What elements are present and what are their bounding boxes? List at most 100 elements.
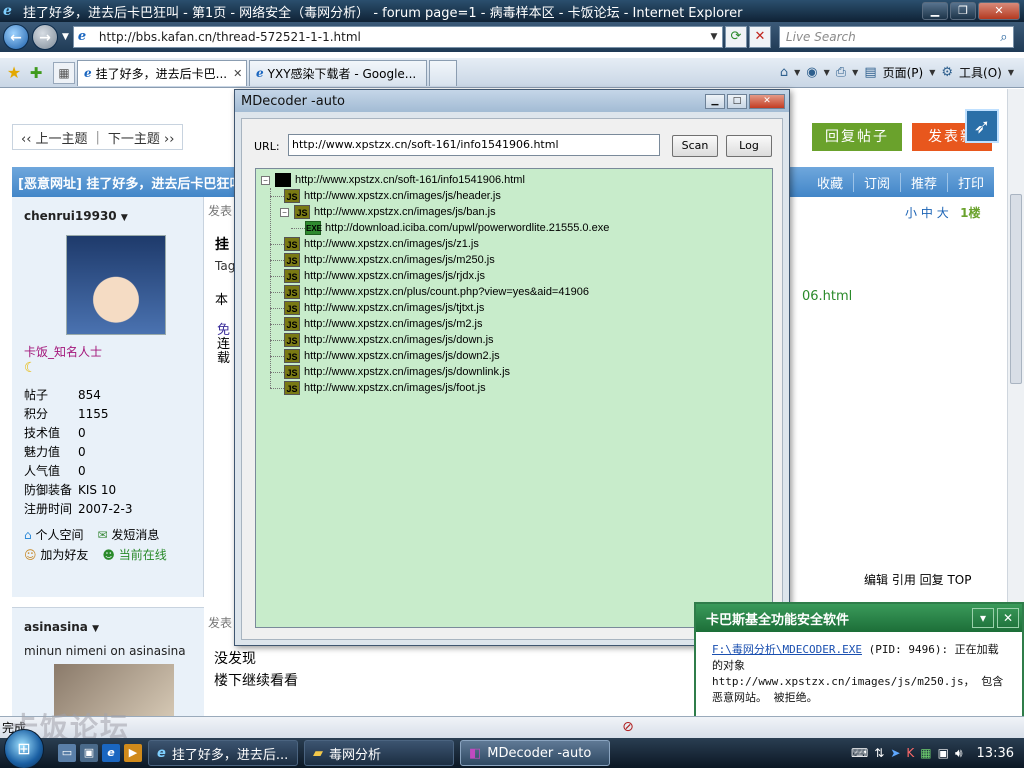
search-placeholder: Live Search: [785, 30, 856, 44]
start-button[interactable]: ⊞: [4, 729, 44, 768]
ie-logo-icon: e: [3, 3, 12, 19]
next-topic-link[interactable]: 下一主题 ››: [104, 128, 179, 147]
scan-button[interactable]: Scan: [672, 135, 718, 157]
tools-menu[interactable]: 工具(O): [959, 64, 1002, 81]
personal-space-link[interactable]: ⌂ 个人空间: [24, 525, 83, 545]
tree-js-node[interactable]: JS http://www.xpstzx.cn/images/js/down2.j…: [270, 348, 500, 364]
tree-expander-icon[interactable]: −: [280, 207, 289, 217]
clock[interactable]: 13:36: [977, 746, 1014, 761]
print-dropdown-icon[interactable]: ▼: [852, 68, 858, 77]
favorite-link[interactable]: 收藏: [807, 173, 853, 192]
tree-branch: [270, 339, 284, 341]
url-field[interactable]: http://bbs.kafan.cn/thread-572521-1-1.ht…: [99, 30, 706, 44]
stat-row: 人气值 0: [24, 464, 86, 478]
quick-tabs-icon[interactable]: ▦: [53, 61, 75, 84]
home-dropdown-icon[interactable]: ▼: [794, 68, 800, 77]
tree-js-node[interactable]: JS http://www.xpstzx.cn/images/js/tjtxt.j…: [270, 300, 484, 316]
tree-js-node[interactable]: JS http://www.xpstzx.cn/images/js/downlin…: [270, 364, 511, 380]
maximize-icon[interactable]: □: [727, 93, 747, 109]
taskbar-item-mdecoder[interactable]: ◧ MDecoder -auto: [460, 740, 610, 766]
stop-button[interactable]: ✕: [748, 26, 771, 48]
minimize-icon[interactable]: ▁: [922, 2, 948, 20]
post-actions[interactable]: 编辑 引用 回复 TOP: [864, 571, 971, 588]
back-button[interactable]: ←: [3, 24, 29, 50]
new-tab-button[interactable]: [429, 59, 457, 86]
search-input[interactable]: Live Search ⌕: [778, 26, 1014, 48]
post-link[interactable]: 06.html: [802, 289, 852, 304]
tree-js-node[interactable]: − JS http://www.xpstzx.cn/images/js/ban.js: [280, 204, 496, 220]
tree-js-node[interactable]: JS http://www.xpstzx.cn/images/js/m250.js: [270, 252, 495, 268]
add-friend-link[interactable]: ☺ 加为好友: [24, 545, 88, 565]
feeds-icon[interactable]: ◉: [806, 65, 817, 80]
feeds-dropdown-icon[interactable]: ▼: [824, 68, 830, 77]
keyboard-icon[interactable]: ⌨: [851, 746, 868, 760]
search-icon[interactable]: ⌕: [995, 30, 1013, 45]
scrollbar-thumb[interactable]: [1010, 194, 1022, 384]
address-dropdown-icon[interactable]: ▼: [706, 32, 722, 42]
media-player-icon[interactable]: ▶: [124, 744, 142, 762]
print-icon[interactable]: ⎙: [836, 65, 846, 80]
tree-js-node[interactable]: JS http://www.xpstzx.cn/images/js/z1.js: [270, 236, 479, 252]
tree-branch: [270, 323, 284, 325]
tree-js-node[interactable]: JS http://www.xpstzx.cn/images/js/down.js: [270, 332, 494, 348]
ie-quicklaunch-icon[interactable]: e: [102, 744, 120, 762]
refresh-button[interactable]: ⟳: [724, 26, 747, 48]
print-link[interactable]: 打印: [946, 172, 994, 192]
font-medium[interactable]: 中: [921, 206, 933, 220]
tab-current[interactable]: e 挂了好多，进去后卡巴... ✕: [77, 59, 247, 86]
taskbar-item-folder[interactable]: ▰ 毒网分析: [304, 740, 454, 766]
add-favorites-icon[interactable]: ✚: [25, 64, 47, 82]
thread-tools: 收藏 订阅 推荐 打印: [807, 172, 994, 192]
tree-node-url: http://www.xpstzx.cn/images/js/downlink.…: [304, 366, 511, 378]
second-author-name[interactable]: asinasina ▼: [24, 620, 192, 634]
taskbar-item-ie[interactable]: e 挂了好多，进去后...: [148, 740, 298, 766]
tree-expander-icon[interactable]: −: [261, 175, 270, 185]
close-icon[interactable]: ✕: [978, 2, 1020, 20]
tree-js-node[interactable]: JS http://www.xpstzx.cn/images/js/m2.js: [270, 316, 483, 332]
network-icon[interactable]: ⇅: [874, 746, 884, 760]
home-icon[interactable]: ⌂: [780, 65, 788, 80]
forward-button[interactable]: →: [32, 24, 58, 50]
favorites-star-icon[interactable]: ★: [3, 63, 25, 82]
tools-dropdown-icon[interactable]: ▼: [1008, 68, 1014, 77]
url-tree[interactable]: − http://www.xpstzx.cn/soft-161/info15419…: [255, 168, 773, 628]
process-path-link[interactable]: F:\毒网分析\MDECODER.EXE: [712, 643, 862, 656]
tree-root-node[interactable]: − http://www.xpstzx.cn/soft-161/info15419…: [261, 172, 525, 188]
log-button[interactable]: Log: [726, 135, 772, 157]
display-icon[interactable]: ▣: [938, 746, 949, 760]
minimize-icon[interactable]: ▁: [705, 93, 725, 109]
mdecoder-titlebar[interactable]: MDecoder -auto ▁ □ ✕: [235, 90, 789, 112]
url-input[interactable]: http://www.xpstzx.cn/soft-161/info154190…: [288, 134, 660, 156]
chevron-down-icon[interactable]: ▾: [972, 608, 994, 628]
protected-mode-icon[interactable]: ⊘: [618, 719, 638, 737]
prev-topic-link[interactable]: ‹‹ 上一主题: [17, 128, 92, 147]
close-icon[interactable]: ✕: [997, 608, 1019, 628]
avatar: [66, 235, 166, 335]
tab-close-icon[interactable]: ✕: [233, 67, 242, 80]
nav-dropdown-icon[interactable]: ▼: [62, 32, 69, 42]
tree-js-node[interactable]: JS http://www.xpstzx.cn/plus/count.php?vi…: [270, 284, 589, 300]
tray-app-icon[interactable]: ▦: [920, 746, 931, 760]
volume-icon[interactable]: 🔊︎: [955, 746, 963, 761]
address-bar[interactable]: e http://bbs.kafan.cn/thread-572521-1-1.…: [72, 26, 723, 48]
font-large[interactable]: 大: [937, 206, 949, 220]
reply-button[interactable]: 回复帖子: [812, 123, 902, 151]
author-name[interactable]: chenrui19930 ▼: [24, 209, 191, 223]
font-small[interactable]: 小: [905, 206, 917, 220]
tree-exe-node[interactable]: EXE http://download.iciba.com/upwl/powerw…: [291, 220, 609, 236]
page-dropdown-icon[interactable]: ▼: [929, 68, 935, 77]
restore-icon[interactable]: ❐: [950, 2, 976, 20]
subscribe-link[interactable]: 订阅: [852, 172, 900, 192]
switch-windows-icon[interactable]: ▣: [80, 744, 98, 762]
page-menu[interactable]: 页面(P): [883, 64, 924, 81]
tab-google[interactable]: e YXY感染下载者 - Google...: [249, 59, 427, 86]
tree-js-node[interactable]: JS http://www.xpstzx.cn/images/js/foot.js: [270, 380, 486, 396]
recommend-link[interactable]: 推荐: [899, 172, 947, 192]
send-message-link[interactable]: ✉ 发短消息: [97, 525, 159, 545]
tray-arrow-icon[interactable]: ➤: [890, 746, 900, 760]
show-desktop-icon[interactable]: ▭: [58, 744, 76, 762]
tree-js-node[interactable]: JS http://www.xpstzx.cn/images/js/header.…: [270, 188, 501, 204]
close-icon[interactable]: ✕: [749, 93, 785, 109]
kaspersky-tray-icon[interactable]: K: [906, 746, 914, 760]
tree-js-node[interactable]: JS http://www.xpstzx.cn/images/js/rjdx.js: [270, 268, 485, 284]
